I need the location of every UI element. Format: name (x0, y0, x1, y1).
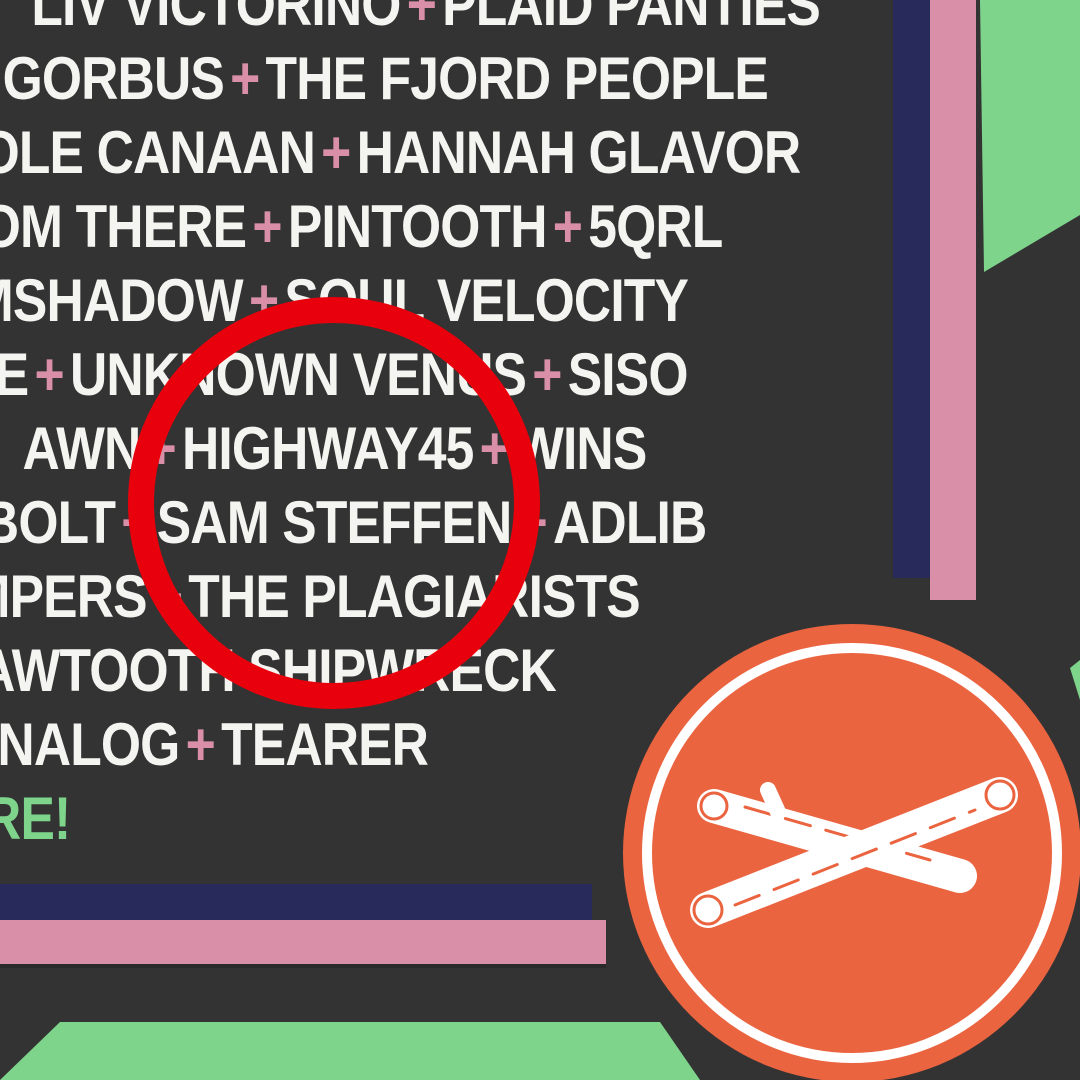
plus-separator: + (185, 711, 216, 778)
artist-name: PLAID PANTIES (442, 0, 821, 38)
lineup-line: N GORBUS+THE FJORD PEOPLE (0, 42, 769, 116)
navy-stripe-bottom (0, 884, 592, 920)
lineup-line: E+UNKNOWN VENUS+SISO (0, 338, 689, 412)
more-link[interactable]: RE! (0, 782, 71, 856)
lineup-line: LIV VICTORINO + PLAID PANTIES (31, 0, 820, 42)
plus-separator: + (230, 45, 260, 112)
plus-separator: + (248, 267, 279, 334)
plus-separator: + (532, 341, 563, 408)
plus-separator: + (320, 119, 351, 186)
artist-name: HANNAH GLAVOR (356, 119, 801, 186)
lineup-line: SAWTOOTH SHIPWRECK (0, 634, 557, 708)
pink-stripe-bottom (0, 920, 606, 964)
artist-name: SISO (568, 341, 689, 408)
lineup-line: MPERS+THE PLAGIARISTS (0, 560, 641, 634)
artist-name: SAM STEFFEN (156, 489, 512, 556)
artist-name: PINTOOTH (287, 193, 547, 260)
artist-name: BOLT (0, 489, 116, 556)
green-shape-bottom (0, 1022, 700, 1080)
artist-name: E (0, 341, 30, 408)
lineup-line: OLE CANAAN + HANNAH GLAVOR (0, 116, 801, 190)
plus-separator: + (34, 341, 65, 408)
plus-separator: + (479, 415, 509, 482)
navy-stripe-right (893, 0, 930, 578)
green-shape-mid-right (1070, 660, 1080, 700)
artist-name: ANALOG (0, 711, 180, 778)
artist-name: LIV VICTORINO (31, 0, 401, 38)
pink-stripe-right (930, 0, 976, 600)
plus-separator: + (406, 0, 437, 38)
artist-name: SOUL VELOCITY (284, 267, 688, 334)
plus-separator: + (552, 193, 582, 260)
artist-name: HIGHWAY45 (181, 415, 474, 482)
campfire-badge[interactable] (620, 621, 1080, 1080)
plus-separator: + (517, 489, 547, 556)
artist-name: 5QRL (587, 193, 723, 260)
plus-separator: + (251, 193, 282, 260)
artist-name: MPERS (0, 563, 148, 630)
lineup-line: ANALOG+TEARER (0, 708, 429, 782)
artist-name: UNKNOWN VENUS (70, 341, 527, 408)
artist-name: OLE CANAAN (0, 119, 316, 186)
green-shape-top-right (980, 0, 1080, 272)
artist-name: TEARER (221, 711, 429, 778)
artist-name: N GORBUS (0, 45, 225, 112)
dark-divider-bottom (0, 964, 606, 968)
artist-name: SAWTOOTH SHIPWRECK (0, 637, 557, 704)
lineup-line: BOLT+SAM STEFFEN+ADLIB (0, 486, 707, 560)
plus-separator: + (153, 563, 183, 630)
lineup-line: MSHADOW+SOUL VELOCITY (0, 264, 689, 338)
artist-name: OM THERE (0, 193, 247, 260)
artist-name: THE FJORD PEOPLE (265, 45, 769, 112)
artist-name: ADLIB (552, 489, 707, 556)
lineup-line: OM THERE + PINTOOTH +5QRL (0, 190, 723, 264)
artist-name: THE PLAGIARISTS (188, 563, 640, 630)
lineup-line: AWN + HIGHWAY45 + WINS (22, 412, 647, 486)
artist-name: MSHADOW (0, 267, 244, 334)
plus-separator: + (146, 415, 176, 482)
plus-separator: + (120, 489, 151, 556)
artist-name: AWN (22, 415, 141, 482)
artist-name: WINS (514, 415, 647, 482)
